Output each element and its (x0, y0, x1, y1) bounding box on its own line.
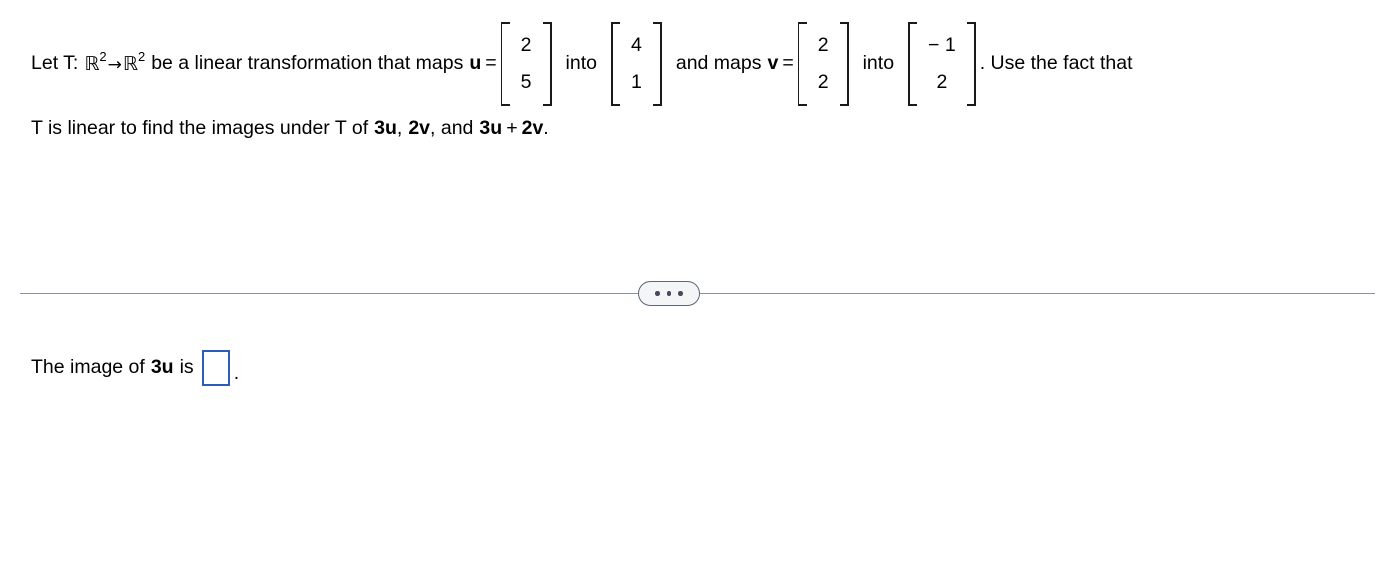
bracket-left-icon (908, 22, 919, 106)
answer-prompt-prefix: The image of (31, 356, 145, 379)
into-text-2: into (862, 52, 895, 75)
matrix-cell: 2 (520, 34, 532, 56)
comma-1: , (396, 117, 403, 140)
problem-statement: Let T: ℝ 2 → ℝ 2 be a linear transformat… (31, 18, 1361, 146)
vector-v-label: v (767, 52, 779, 75)
section-divider (20, 281, 1375, 307)
term-sum-3u-vector: u (490, 117, 503, 140)
bracket-left-icon (610, 22, 622, 106)
matrix-cell: 4 (630, 34, 642, 56)
bracket-left-icon (500, 22, 512, 106)
and-maps-text: and maps (675, 52, 762, 75)
bracket-right-icon (651, 22, 662, 106)
matrix-vector-v: 2 2 (797, 22, 849, 106)
answer-line: The image of 3u is . (31, 350, 239, 386)
codomain-exponent: 2 (137, 48, 146, 64)
matrix-cell: 2 (936, 70, 948, 93)
term-2v-coeff: 2 (408, 117, 420, 140)
matrix-vector-u: 2 5 (500, 22, 552, 106)
term-3u-vector: u (384, 117, 397, 140)
codomain-set-R2: ℝ 2 (122, 50, 145, 75)
intro-text: Let T: (31, 52, 79, 75)
term-2v-vector: v (419, 117, 431, 140)
domain-set-R2: ℝ 2 (84, 50, 106, 75)
matrix-cell: − 1 (928, 34, 956, 56)
problem-line-1: Let T: ℝ 2 → ℝ 2 be a linear transformat… (31, 18, 1361, 110)
answer-vector: u (161, 356, 174, 379)
use-the-fact-text: . Use the fact that (979, 52, 1133, 75)
blackboard-R-symbol: ℝ (122, 52, 138, 75)
bracket-right-icon (541, 22, 552, 106)
answer-verb: is (179, 356, 194, 379)
answer-period: . (233, 362, 240, 385)
expand-ellipsis-button[interactable] (638, 281, 700, 306)
equals-sign-u: = (485, 52, 497, 75)
matrix-cell: 2 (817, 34, 829, 56)
term-sum-2v-coeff: 2 (521, 117, 533, 140)
matrix-image-of-v: − 1 2 (908, 22, 976, 106)
matrix-cell: 5 (520, 70, 532, 93)
equals-sign-v: = (782, 52, 794, 75)
vector-u-label: u (469, 52, 482, 75)
term-sum-2v-vector: v (532, 117, 544, 140)
into-text-1: into (565, 52, 597, 75)
maps-to-arrow-icon: → (107, 54, 122, 75)
matrix-cell: 2 (817, 70, 829, 93)
matrix-image-of-u: 4 1 (610, 22, 662, 106)
bracket-right-icon (838, 22, 849, 106)
bracket-right-icon (965, 22, 976, 106)
blackboard-R-symbol: ℝ (84, 52, 100, 75)
bracket-left-icon (797, 22, 809, 106)
ellipsis-dot-icon (666, 291, 672, 296)
transformation-description: be a linear transformation that maps (151, 52, 464, 75)
domain-exponent: 2 (99, 48, 107, 64)
term-sum-3u-coeff: 3 (479, 117, 491, 140)
ellipsis-dot-icon (678, 291, 683, 296)
line2-period: . (543, 117, 549, 140)
plus-sign: + (506, 117, 518, 140)
problem-line-2: T is linear to find the images under T o… (31, 112, 1361, 146)
answer-input[interactable] (201, 350, 230, 386)
linearity-instruction: T is linear to find the images under T o… (31, 117, 369, 140)
matrix-cell: 1 (630, 70, 642, 93)
ellipsis-dot-icon (655, 291, 660, 296)
answer-coeff: 3 (150, 356, 162, 379)
comma-and: , and (430, 117, 474, 140)
term-3u-coeff: 3 (374, 117, 385, 140)
